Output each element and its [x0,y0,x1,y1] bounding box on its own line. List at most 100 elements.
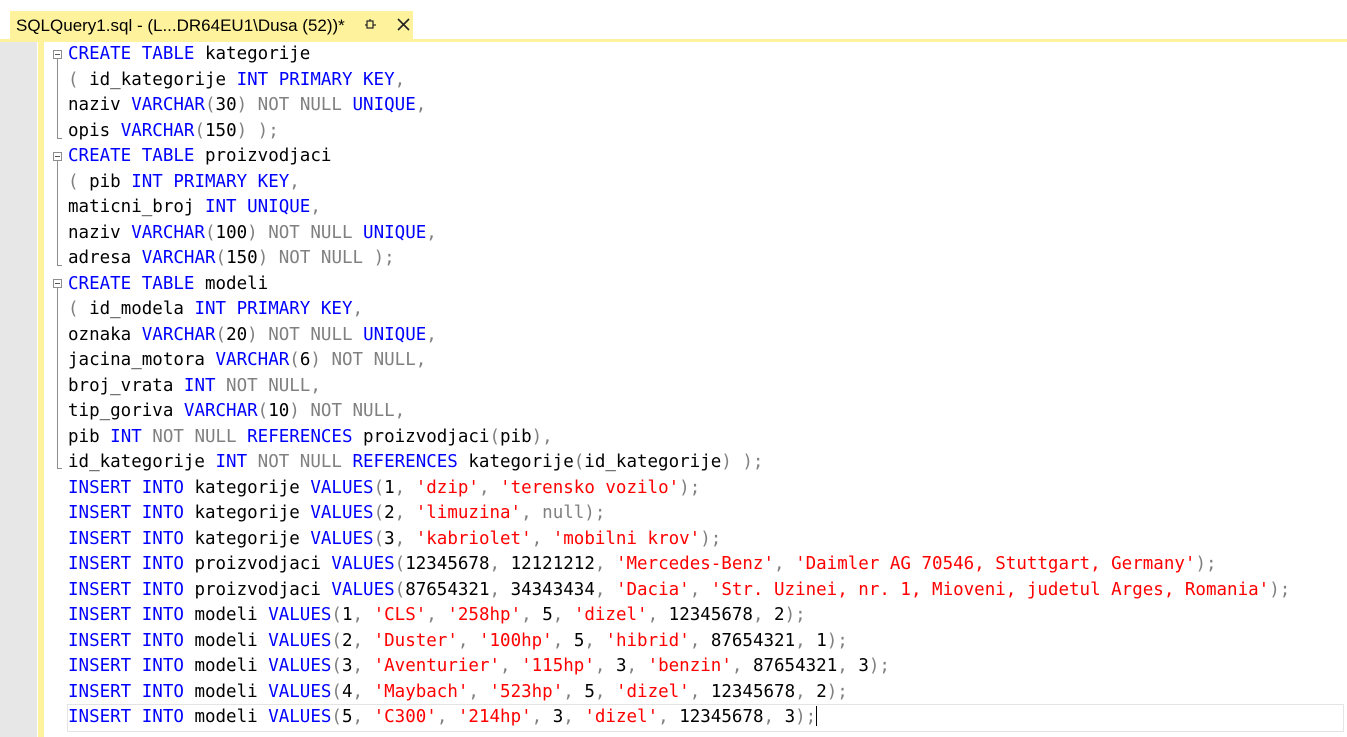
code-line[interactable]: INSERT INTO modeli VALUES(2, 'Duster', '… [68,629,1343,655]
code-line[interactable]: id_kategorije INT NOT NULL REFERENCES ka… [68,450,1343,476]
sql-text: proizvodjaci [194,146,332,166]
sql-code[interactable]: CREATE TABLE kategorije( id_kategorije I… [67,42,1344,732]
sql-text: maticni_broj [68,197,205,217]
code-line[interactable]: INSERT INTO modeli VALUES(3, 'Aventurier… [68,654,1343,680]
sql-string: 'CLS' [373,605,427,625]
code-line[interactable]: opis VARCHAR(150) ); [68,119,1343,145]
code-line[interactable]: INSERT INTO proizvodjaci VALUES(12345678… [68,552,1343,578]
sql-operator: ) NOT NULL [236,95,353,115]
pin-icon[interactable] [362,17,378,33]
code-line[interactable]: INSERT INTO modeli VALUES(4, 'Maybach', … [68,680,1343,706]
code-line[interactable]: INSERT INTO kategorije VALUES(3, 'kabrio… [68,527,1343,553]
tab-title: SQLQuery1.sql - (L...DR64EU1\Dusa (52))* [16,15,345,35]
sql-text: kategorije [194,44,311,64]
collapse-icon[interactable] [53,152,62,161]
sql-keyword: INSERT INTO [68,554,184,574]
sql-operator: , [731,656,753,676]
sql-operator: , [689,681,711,702]
sql-operator: ( [331,656,342,676]
sql-string: 'Duster' [373,630,458,651]
sql-text: 30 [215,95,237,115]
code-line[interactable]: pib INT NOT NULL REFERENCES proizvodjaci… [68,425,1343,451]
sql-operator: , [594,554,616,574]
sql-keyword: INSERT INTO [68,681,184,702]
sql-keyword: CREATE TABLE [68,273,195,294]
outline-guide [57,59,58,138]
sql-operator: , [795,630,817,651]
code-line[interactable]: CREATE TABLE kategorije [68,42,1343,68]
code-line[interactable]: CREATE TABLE proizvodjaci [68,144,1343,170]
document-tab[interactable]: SQLQuery1.sql - (L...DR64EU1\Dusa (52))* [10,11,413,40]
close-icon[interactable] [395,16,412,33]
code-line[interactable]: ( id_modela INT PRIMARY KEY, [68,297,1343,323]
sql-operator: , [394,477,416,498]
collapse-icon[interactable] [53,279,62,288]
code-line[interactable]: INSERT INTO modeli VALUES(5, 'C300', '21… [67,704,1344,732]
sql-keyword: INSERT INTO [68,579,184,600]
sql-text: 87654321 [752,656,838,676]
sql-text: id_modela [78,299,195,319]
sql-keyword: VALUES [268,605,332,625]
outline-guide-end [57,265,62,266]
sql-keyword: INSERT INTO [68,707,184,727]
sql-operator: ( [373,477,385,498]
sql-operator: ) NOT NULL [247,222,364,243]
sql-keyword: VALUES [268,681,332,702]
code-line[interactable]: INSERT INTO modeli VALUES(1, 'CLS', '258… [68,603,1343,629]
outline-guide [57,161,58,265]
outline-guide-end [57,468,62,469]
sql-text: broj_vrata [68,375,184,396]
sql-operator: , [352,656,374,676]
outline-guide-end [57,138,62,139]
sql-operator: ( [394,554,406,574]
sql-operator: , [763,707,785,727]
sql-operator: , [658,707,680,727]
code-line[interactable]: INSERT INTO proizvodjaci VALUES(87654321… [68,578,1343,604]
sql-keyword: VALUES [310,528,374,549]
sql-text: modeli [183,681,269,702]
sql-text: 87654321 [405,579,490,600]
sql-operator: ( [331,707,342,727]
sql-operator: NOT NULL, [215,375,321,396]
code-line[interactable]: INSERT INTO kategorije VALUES(1, 'dzip',… [68,476,1343,502]
sql-text: oznaka [68,324,142,345]
sql-operator: , [552,630,574,651]
sql-keyword: VARCHAR [141,324,216,345]
sql-operator: ( [394,579,406,600]
code-line[interactable]: adresa VARCHAR(150) NOT NULL ); [68,246,1343,272]
sql-text: 12121212 [510,554,595,574]
sql-keyword: VALUES [268,656,332,676]
code-line[interactable]: ( pib INT PRIMARY KEY, [68,170,1343,196]
sql-operator: , [594,681,616,702]
outline-guide [57,288,58,468]
code-line[interactable]: ( id_kategorije INT PRIMARY KEY, [68,68,1343,94]
sql-string: '258hp' [447,605,522,625]
sql-string: 'dizel' [615,681,690,702]
sql-keyword: INSERT INTO [68,528,184,549]
sql-operator: ( [215,248,227,268]
sql-keyword: VARCHAR [183,401,258,421]
collapse-icon[interactable] [53,50,62,59]
sql-keyword: VALUES [268,707,332,727]
sql-operator: ), [531,426,553,447]
sql-text: 3 [858,656,869,676]
code-line[interactable]: jacina_motora VARCHAR(6) NOT NULL, [68,348,1343,374]
sql-keyword: UNIQUE [363,222,427,243]
sql-operator: , [352,605,374,625]
sql-operator: , [563,681,585,702]
code-line[interactable]: maticni_broj INT UNIQUE, [68,195,1343,221]
sql-operator: ); [784,605,806,625]
sql-operator: ); [1269,579,1291,600]
code-line[interactable]: oznaka VARCHAR(20) NOT NULL UNIQUE, [68,323,1343,349]
sql-text: modeli [183,630,269,651]
sql-operator: , [647,605,669,625]
sql-operator: ( [489,426,500,447]
sql-operator: , [689,630,711,651]
code-line[interactable]: INSERT INTO kategorije VALUES(2, 'limuzi… [68,501,1343,527]
code-line[interactable]: naziv VARCHAR(100) NOT NULL UNIQUE, [68,221,1343,247]
code-line[interactable]: broj_vrata INT NOT NULL, [68,374,1343,400]
code-line[interactable]: tip_goriva VARCHAR(10) NOT NULL, [68,399,1343,425]
sql-text: 3 [615,656,627,676]
code-line[interactable]: CREATE TABLE modeli [68,272,1343,298]
code-line[interactable]: naziv VARCHAR(30) NOT NULL UNIQUE, [68,93,1343,119]
